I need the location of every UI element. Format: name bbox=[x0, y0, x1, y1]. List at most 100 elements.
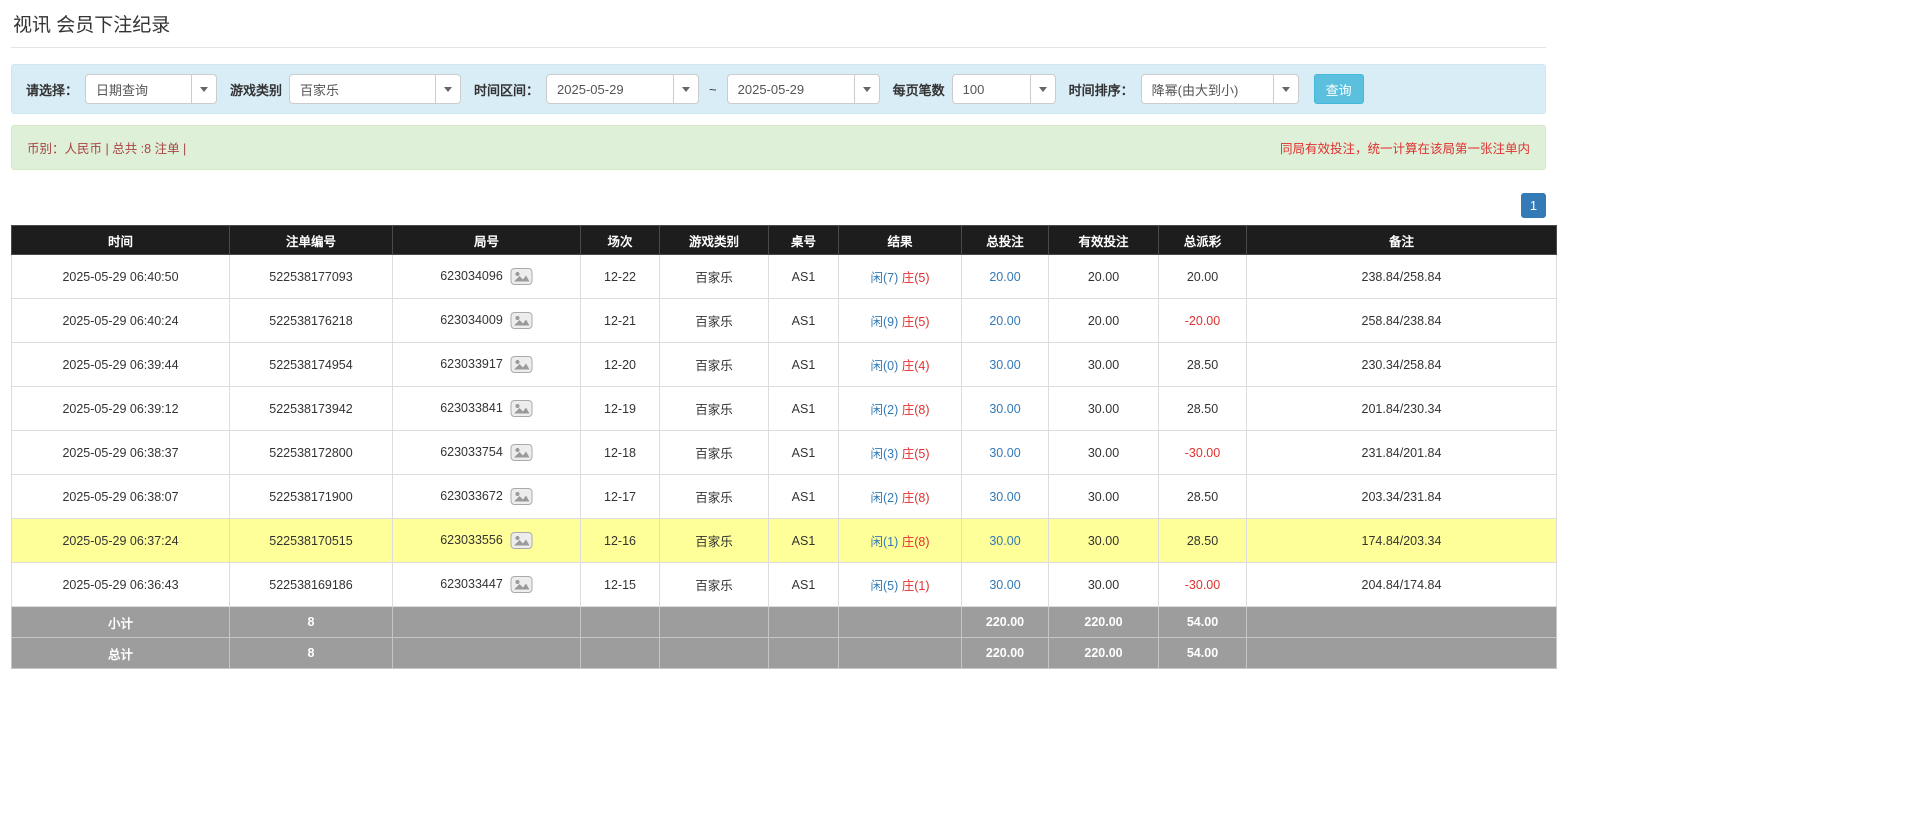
subtotal-row: 小计8220.00220.0054.00 bbox=[12, 607, 1557, 638]
total-bet-link[interactable]: 20.00 bbox=[989, 270, 1020, 284]
table-footer: 小计8220.00220.0054.00总计8220.00220.0054.00 bbox=[12, 607, 1557, 669]
query-type-select[interactable]: 日期查询 bbox=[85, 74, 217, 104]
video-replay-icon[interactable] bbox=[510, 443, 533, 462]
game-type-select[interactable]: 百家乐 bbox=[289, 74, 461, 104]
video-replay-icon[interactable] bbox=[510, 267, 533, 286]
round-id-text: 623033672 bbox=[440, 489, 503, 503]
total-bet-link[interactable]: 30.00 bbox=[989, 402, 1020, 416]
footer-empty-table bbox=[769, 638, 839, 669]
chevron-down-icon[interactable] bbox=[1030, 75, 1055, 103]
cell-note: 231.84/201.84 bbox=[1247, 431, 1557, 475]
chevron-down-icon[interactable] bbox=[435, 75, 460, 103]
total-bet-link[interactable]: 30.00 bbox=[989, 358, 1020, 372]
pagination-top: 1 bbox=[11, 193, 1546, 218]
cell-valid-bet: 30.00 bbox=[1049, 343, 1159, 387]
total-bet-link[interactable]: 30.00 bbox=[989, 446, 1020, 460]
sort-label: 时间排序： bbox=[1069, 80, 1134, 99]
table-row: 2025-05-29 06:39:44522538174954623033917… bbox=[12, 343, 1557, 387]
date-from-select[interactable]: 2025-05-29 bbox=[546, 74, 699, 104]
cell-valid-bet: 30.00 bbox=[1049, 563, 1159, 607]
banker-result: 庄(4) bbox=[902, 359, 930, 373]
col-header-bet-id: 注单编号 bbox=[230, 226, 393, 255]
banker-result: 庄(5) bbox=[902, 315, 930, 329]
col-header-table-no: 桌号 bbox=[769, 226, 839, 255]
video-replay-icon[interactable] bbox=[510, 575, 533, 594]
banker-result: 庄(8) bbox=[902, 535, 930, 549]
cell-bet-id: 522538173942 bbox=[230, 387, 393, 431]
video-replay-icon[interactable] bbox=[510, 487, 533, 506]
sort-select[interactable]: 降幂(由大到小) bbox=[1141, 74, 1299, 104]
footer-count: 8 bbox=[230, 607, 393, 638]
cell-total-bet: 30.00 bbox=[962, 387, 1049, 431]
footer-total-bet: 220.00 bbox=[962, 607, 1049, 638]
player-result: 闲(5) bbox=[870, 579, 898, 593]
player-result: 闲(9) bbox=[870, 315, 898, 329]
video-replay-icon[interactable] bbox=[510, 399, 533, 418]
table-row: 2025-05-29 06:37:24522538170515623033556… bbox=[12, 519, 1557, 563]
query-type-value: 日期查询 bbox=[86, 80, 191, 99]
cell-bet-id: 522538170515 bbox=[230, 519, 393, 563]
video-replay-icon[interactable] bbox=[510, 531, 533, 550]
cell-payout: 28.50 bbox=[1159, 343, 1247, 387]
cell-total-bet: 30.00 bbox=[962, 343, 1049, 387]
page-container: 视讯 会员下注纪录 请选择： 日期查询 游戏类别 百家乐 时间区间： 2025-… bbox=[0, 0, 1546, 826]
summary-note-text: 同局有效投注，统一计算在该局第一张注单内 bbox=[1280, 138, 1530, 157]
date-to-select[interactable]: 2025-05-29 bbox=[727, 74, 880, 104]
cell-time: 2025-05-29 06:39:44 bbox=[12, 343, 230, 387]
player-result: 闲(2) bbox=[870, 491, 898, 505]
footer-empty-result bbox=[839, 607, 962, 638]
chevron-down-icon[interactable] bbox=[1273, 75, 1298, 103]
cell-bet-id: 522538172800 bbox=[230, 431, 393, 475]
cell-result: 闲(1) 庄(8) bbox=[839, 519, 962, 563]
table-row: 2025-05-29 06:36:43522538169186623033447… bbox=[12, 563, 1557, 607]
total-bet-link[interactable]: 30.00 bbox=[989, 578, 1020, 592]
total-bet-link[interactable]: 20.00 bbox=[989, 314, 1020, 328]
search-button[interactable]: 查询 bbox=[1314, 74, 1364, 104]
cell-valid-bet: 20.00 bbox=[1049, 255, 1159, 299]
player-result: 闲(0) bbox=[870, 359, 898, 373]
video-replay-icon[interactable] bbox=[510, 311, 533, 330]
footer-payout: 54.00 bbox=[1159, 607, 1247, 638]
cell-time: 2025-05-29 06:40:24 bbox=[12, 299, 230, 343]
cell-bet-id: 522538171900 bbox=[230, 475, 393, 519]
cell-result: 闲(2) 庄(8) bbox=[839, 387, 962, 431]
banker-result: 庄(8) bbox=[902, 491, 930, 505]
video-replay-icon[interactable] bbox=[510, 355, 533, 374]
page-size-select[interactable]: 100 bbox=[952, 74, 1056, 104]
footer-empty-session bbox=[581, 607, 660, 638]
round-id-text: 623034009 bbox=[440, 313, 503, 327]
total-bet-link[interactable]: 30.00 bbox=[989, 534, 1020, 548]
col-header-time: 时间 bbox=[12, 226, 230, 255]
cell-game-type: 百家乐 bbox=[660, 343, 769, 387]
chevron-down-icon[interactable] bbox=[191, 75, 216, 103]
cell-time: 2025-05-29 06:39:12 bbox=[12, 387, 230, 431]
cell-payout: -30.00 bbox=[1159, 563, 1247, 607]
cell-round-id: 623033841 bbox=[393, 387, 581, 431]
table-row: 2025-05-29 06:39:12522538173942623033841… bbox=[12, 387, 1557, 431]
cell-note: 203.34/231.84 bbox=[1247, 475, 1557, 519]
cell-note: 201.84/230.34 bbox=[1247, 387, 1557, 431]
game-type-label: 游戏类别 bbox=[230, 80, 282, 99]
cell-time: 2025-05-29 06:38:37 bbox=[12, 431, 230, 475]
table-header: 时间 注单编号 局号 场次 游戏类别 桌号 结果 总投注 有效投注 总派彩 备注 bbox=[12, 226, 1557, 255]
chevron-down-icon[interactable] bbox=[673, 75, 698, 103]
select-type-label: 请选择： bbox=[26, 80, 78, 99]
cell-result: 闲(0) 庄(4) bbox=[839, 343, 962, 387]
cell-game-type: 百家乐 bbox=[660, 431, 769, 475]
total-bet-link[interactable]: 30.00 bbox=[989, 490, 1020, 504]
cell-time: 2025-05-29 06:37:24 bbox=[12, 519, 230, 563]
page-button-1[interactable]: 1 bbox=[1521, 193, 1546, 218]
cell-game-type: 百家乐 bbox=[660, 519, 769, 563]
cell-table-no: AS1 bbox=[769, 255, 839, 299]
cell-bet-id: 522538176218 bbox=[230, 299, 393, 343]
cell-table-no: AS1 bbox=[769, 519, 839, 563]
cell-table-no: AS1 bbox=[769, 431, 839, 475]
cell-session: 12-15 bbox=[581, 563, 660, 607]
cell-total-bet: 30.00 bbox=[962, 475, 1049, 519]
cell-payout: 28.50 bbox=[1159, 387, 1247, 431]
chevron-down-icon[interactable] bbox=[854, 75, 879, 103]
cell-note: 204.84/174.84 bbox=[1247, 563, 1557, 607]
cell-game-type: 百家乐 bbox=[660, 563, 769, 607]
cell-round-id: 623034096 bbox=[393, 255, 581, 299]
table-row: 2025-05-29 06:40:50522538177093623034096… bbox=[12, 255, 1557, 299]
